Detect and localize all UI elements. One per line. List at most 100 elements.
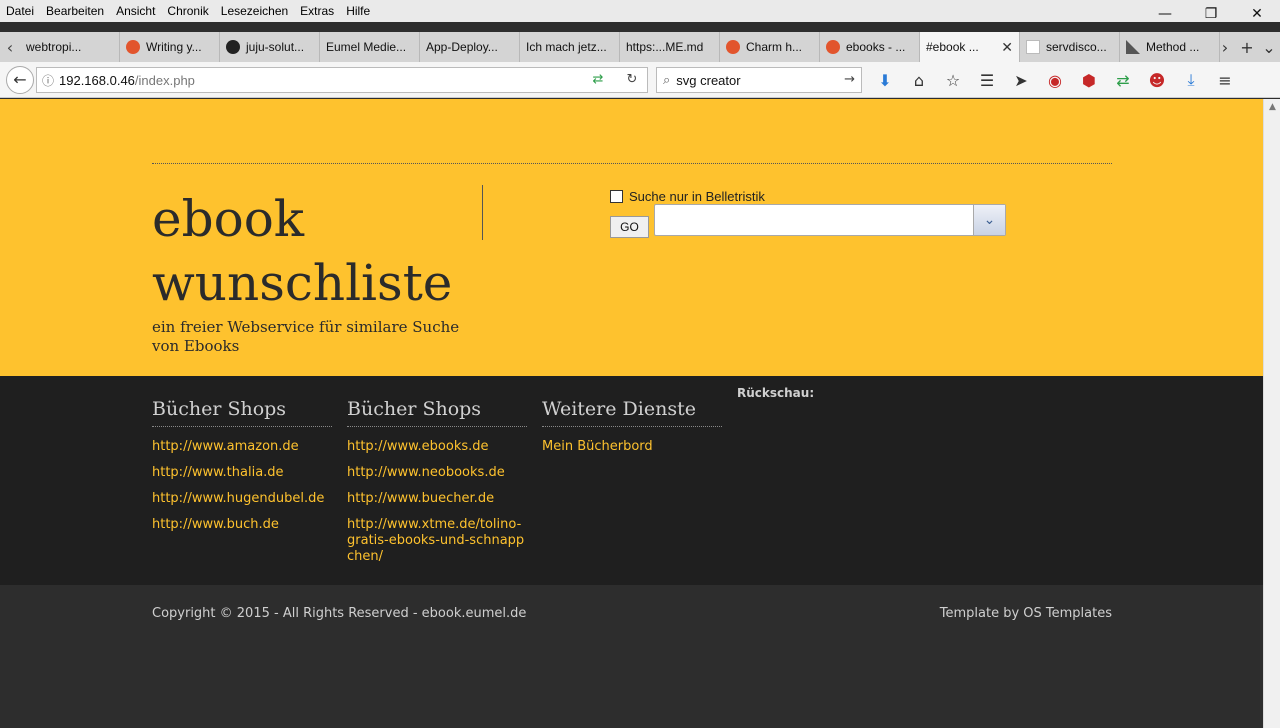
adblock-icon[interactable]: ⬢ [1072, 71, 1106, 90]
close-tab-icon[interactable]: ✕ [1001, 39, 1013, 56]
search-go-arrow-icon[interactable]: → [844, 72, 855, 87]
tab-scroll-left-icon[interactable]: ‹ [0, 32, 20, 62]
search-value: svg creator [676, 72, 741, 88]
tab-label: Method ... [1146, 40, 1200, 54]
downloads-icon[interactable]: ⤓ [1174, 70, 1208, 90]
tab-label: ebooks - ... [846, 40, 906, 54]
tab-webtropi[interactable]: webtropi... [20, 32, 120, 62]
tab-label: Charm h... [746, 40, 803, 54]
tab-eumel[interactable]: Eumel Medie... [320, 32, 420, 62]
tab-label: servdisco... [1046, 40, 1107, 54]
tab-label: juju-solut... [246, 40, 305, 54]
belletristik-checkbox[interactable] [610, 189, 623, 203]
chevron-down-icon[interactable]: ⌄ [973, 205, 1005, 235]
tab-favicon-icon [126, 40, 140, 54]
menu-bearbeiten[interactable]: Bearbeiten [40, 4, 110, 18]
go-button[interactable]: GO [610, 216, 649, 238]
tab-label: Eumel Medie... [326, 40, 407, 54]
menu-bar: Datei Bearbeiten Ansicht Chronik Lesezei… [0, 0, 1280, 22]
list-item: http://www.ebooks.de [347, 439, 527, 455]
column-heading: Bücher Shops [152, 376, 332, 427]
window-controls: — ❐ ✕ [1142, 0, 1280, 28]
tab-readme[interactable]: https:...ME.md [620, 32, 720, 62]
tab-ebooks[interactable]: ebooks - ... [820, 32, 920, 62]
copyright-text: Copyright © 2015 - All Rights Reserved -… [152, 606, 527, 621]
list-item: http://www.amazon.de [152, 439, 332, 455]
bookmark-star-icon[interactable]: ☆ [936, 71, 970, 90]
tab-app-deploy[interactable]: App-Deploy... [420, 32, 520, 62]
search-combobox[interactable]: ⌄ [654, 204, 1006, 236]
vertical-scrollbar[interactable]: ▲ [1263, 99, 1280, 728]
tab-label: https:...ME.md [626, 40, 704, 54]
footer-link[interactable]: http://www.ebooks.de [347, 439, 489, 454]
hamburger-menu-icon[interactable]: ≡ [1208, 71, 1242, 90]
menu-datei[interactable]: Datei [0, 4, 40, 18]
new-tab-icon[interactable]: + [1236, 38, 1258, 57]
info-icon[interactable]: ⓘ [37, 72, 59, 89]
url-path: /index.php [134, 72, 195, 88]
menu-hilfe[interactable]: Hilfe [340, 4, 376, 18]
site-title[interactable]: ebook wunschliste [152, 187, 482, 315]
footer-link[interactable]: Mein Bücherbord [542, 439, 653, 454]
tab-label: Ich mach jetz... [526, 40, 607, 54]
footer-link[interactable]: http://www.thalia.de [152, 465, 284, 480]
send-icon[interactable]: ➤ [1004, 71, 1038, 90]
footer-link[interactable]: http://www.buecher.de [347, 491, 494, 506]
list-item: Mein Bücherbord [542, 439, 722, 455]
tab-servdisco[interactable]: servdisco... [1020, 32, 1120, 62]
tab-bar: ‹ webtropi... Writing y... juju-solut...… [0, 32, 1280, 62]
footer-link[interactable]: http://www.amazon.de [152, 439, 299, 454]
tab-method[interactable]: Method ... [1120, 32, 1220, 62]
tab-label: #ebook ... [926, 40, 979, 54]
menu-ansicht[interactable]: Ansicht [110, 4, 161, 18]
reader-list-icon[interactable]: ☰ [970, 71, 1004, 90]
page-content: ebook wunschliste ein freier Webservice … [0, 99, 1263, 728]
footer-link[interactable]: http://www.neobooks.de [347, 465, 505, 480]
tab-actions: › + ⌄ [1214, 32, 1280, 62]
tab-scroll-right-icon[interactable]: › [1214, 38, 1236, 57]
tab-charm[interactable]: Charm h... [720, 32, 820, 62]
list-item: http://www.thalia.de [152, 465, 332, 481]
belletristik-option: Suche nur in Belletristik [610, 187, 1010, 205]
pocket-icon[interactable]: ◉ [1038, 71, 1072, 90]
url-bar[interactable]: ⓘ 192.168.0.46/index.php ⇄ ↻ [36, 67, 648, 93]
footer-link[interactable]: http://www.buch.de [152, 517, 279, 532]
share-icon[interactable]: ⇄ [589, 72, 607, 88]
tab-favicon-icon [1126, 40, 1140, 54]
download-arrow-icon[interactable]: ⬇ [868, 71, 902, 90]
scroll-up-icon[interactable]: ▲ [1264, 99, 1280, 116]
back-arrow-icon[interactable]: ← [6, 65, 34, 94]
menu-lesezeichen[interactable]: Lesezeichen [215, 4, 294, 18]
minimize-icon[interactable]: — [1142, 0, 1188, 28]
list-item: http://www.neobooks.de [347, 465, 527, 481]
tab-label: App-Deploy... [426, 40, 498, 54]
menu-chronik[interactable]: Chronik [161, 4, 214, 18]
site-header: ebook wunschliste ein freier Webservice … [0, 99, 1263, 376]
restore-icon[interactable]: ❐ [1188, 0, 1234, 28]
monster-addon-icon[interactable]: ☻ [1140, 71, 1174, 90]
header-divider [152, 163, 1112, 164]
close-window-icon[interactable]: ✕ [1234, 0, 1280, 28]
column-heading: Weitere Dienste [542, 376, 722, 427]
footer-links: Bücher Shops http://www.amazon.de http:/… [0, 376, 1263, 585]
tab-list-chevron-icon[interactable]: ⌄ [1258, 38, 1280, 57]
search-bar[interactable]: ⌕ svg creator → [656, 67, 862, 93]
footer-link[interactable]: http://www.xtme.de/tolino-gratis-ebooks-… [347, 517, 524, 564]
tab-juju[interactable]: juju-solut... [220, 32, 320, 62]
list-item: http://www.buecher.de [347, 491, 527, 507]
tab-ich-mach[interactable]: Ich mach jetz... [520, 32, 620, 62]
home-icon[interactable]: ⌂ [902, 71, 936, 90]
search-form: Suche nur in Belletristik GO ⌄ [610, 187, 1010, 247]
reload-icon[interactable]: ↻ [623, 72, 641, 88]
tab-ebook-active[interactable]: #ebook ... ✕ [920, 32, 1020, 62]
share-addon-icon[interactable]: ⇄ [1106, 71, 1140, 90]
tab-label: webtropi... [26, 40, 82, 54]
header-vertical-divider [482, 185, 483, 240]
url-host: 192.168.0.46 [59, 72, 135, 88]
menu-extras[interactable]: Extras [294, 4, 340, 18]
template-credit[interactable]: Template by OS Templates [940, 606, 1112, 621]
footer-link[interactable]: http://www.hugendubel.de [152, 491, 324, 506]
tab-writing[interactable]: Writing y... [120, 32, 220, 62]
rueckschau-label: Rückschau: [737, 386, 815, 400]
list-item: http://www.xtme.de/tolino-gratis-ebooks-… [347, 517, 527, 565]
